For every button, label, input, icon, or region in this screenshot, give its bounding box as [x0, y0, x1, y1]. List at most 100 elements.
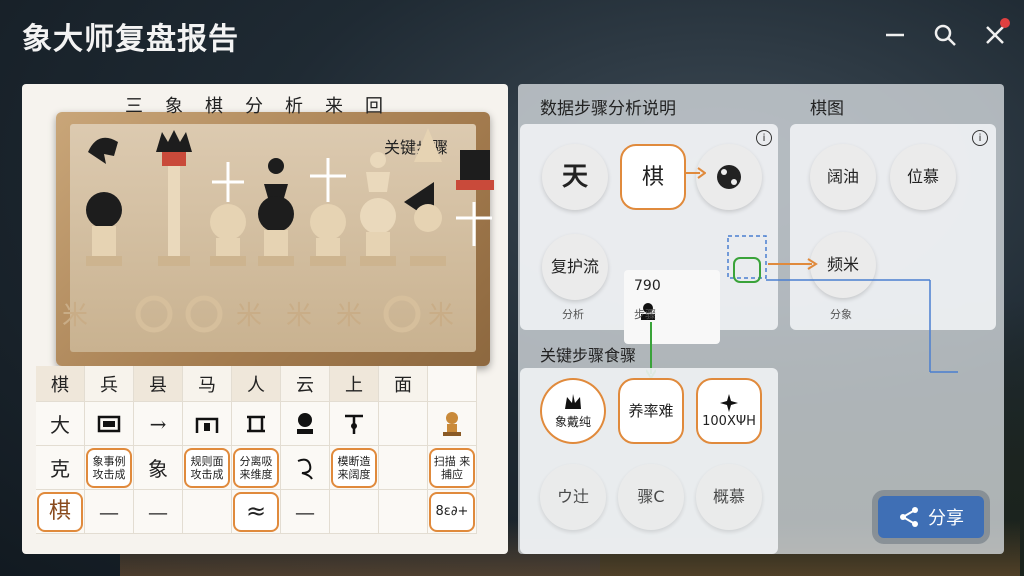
info-icon[interactable]: i	[972, 130, 988, 146]
grid-header-cell: 面	[379, 366, 428, 402]
grid-cell[interactable]	[183, 490, 232, 534]
flow-connectors	[727, 235, 958, 373]
grid-cell[interactable]: →	[134, 402, 183, 446]
grid-cell[interactable]: —	[134, 490, 183, 534]
search-button[interactable]	[928, 18, 962, 52]
key-node-6[interactable]: 概慕	[696, 464, 762, 530]
wooden-pawn-icon	[443, 411, 461, 436]
key-node-2[interactable]: 养率难	[618, 378, 684, 444]
black-king-icon	[456, 150, 494, 246]
move-badge: 8ε∂+	[429, 491, 475, 532]
table-row: 大 →	[36, 402, 482, 446]
key-node-1-label: 象戴纯	[554, 415, 591, 429]
grid-cell[interactable]: 扫描 来捕应	[428, 446, 477, 490]
share-icon	[900, 507, 918, 527]
white-queen-icon	[156, 130, 192, 266]
grid-cell[interactable]	[379, 402, 428, 446]
white-pawn-icon	[210, 162, 246, 266]
step-node-1[interactable]: 天	[542, 144, 608, 210]
board-title: 三象棋分析来回	[125, 96, 405, 117]
move-grid: 棋 兵 县 马 人 云 上 面 大 → 克 象事例 攻击成 象 规则面 攻击成 …	[36, 366, 482, 534]
info-icon[interactable]: i	[756, 130, 772, 146]
board-node-1[interactable]: 阔油	[810, 144, 876, 210]
analysis-label: 分析	[562, 308, 584, 321]
black-pawn-icon	[258, 158, 294, 266]
grid-cell[interactable]: 8ε∂+	[428, 490, 477, 534]
notification-dot	[1000, 18, 1010, 28]
steps-label: 步骤	[634, 308, 656, 321]
grid-header-cell: 人	[232, 366, 281, 402]
swirl-icon	[297, 458, 313, 480]
minimize-icon	[886, 33, 904, 37]
grid-cell[interactable]: 象事例 攻击成	[85, 446, 134, 490]
move-badge: ≈	[233, 491, 279, 532]
move-badge: 扫描 来捕应	[429, 447, 475, 488]
rook-icon	[97, 415, 121, 432]
board-node-2[interactable]: 位慕	[890, 144, 956, 210]
grid-header-cell: 云	[281, 366, 330, 402]
move-badge: 象事例 攻击成	[86, 447, 132, 488]
analysis-panel: 数据步骤分析说明 棋图 i 天 棋 复护流 790 分析 步骤 i 阔油 位慕 …	[518, 84, 1004, 554]
key-node-3[interactable]: 100XΨH	[696, 378, 762, 444]
app-title: 象大师复盘报告	[22, 22, 239, 57]
grid-cell[interactable]: ≈	[232, 490, 281, 534]
grid-cell[interactable]	[232, 402, 281, 446]
frame-icon	[247, 415, 265, 432]
steps-title: 数据步骤分析说明	[540, 99, 676, 119]
step-node-2[interactable]: 棋	[620, 144, 686, 210]
table-row: 克 象事例 攻击成 象 规则面 攻击成 分离吸 来维度 模断造 来阔度 扫描 来…	[36, 446, 482, 490]
grid-cell[interactable]: 棋	[36, 490, 85, 534]
grid-cell[interactable]: 分离吸 来维度	[232, 446, 281, 490]
step-value: 790	[634, 278, 661, 294]
pawn-icon	[297, 412, 313, 434]
grid-cell[interactable]: 象	[134, 446, 183, 490]
key-node-4[interactable]: ウ辻	[540, 464, 606, 530]
svg-text:米: 米	[286, 301, 312, 331]
cross-icon	[345, 414, 363, 434]
key-node-1[interactable]: 象戴纯	[540, 378, 606, 444]
minimize-button[interactable]	[878, 18, 912, 52]
grid-cell[interactable]	[330, 402, 379, 446]
white-pawn-icon-2	[310, 158, 346, 266]
arrow-icon	[686, 167, 706, 179]
grid-cell[interactable]	[281, 402, 330, 446]
carved-symbols-row: 米 米 米 米 米	[62, 295, 454, 333]
grid-header-cell	[428, 366, 477, 402]
gate-icon	[195, 417, 219, 433]
chess-pieces[interactable]	[78, 122, 498, 292]
share-button[interactable]: 分享	[878, 496, 984, 538]
star-icon	[719, 393, 738, 412]
move-badge: 规则面 攻击成	[184, 447, 230, 488]
black-knight-icon	[86, 137, 122, 266]
grid-cell[interactable]: 大	[36, 402, 85, 446]
grid-cell[interactable]	[379, 490, 428, 534]
grid-cell[interactable]	[85, 402, 134, 446]
grid-cell[interactable]: 规则面 攻击成	[183, 446, 232, 490]
grid-cell[interactable]	[281, 446, 330, 490]
stone-icon	[717, 165, 741, 189]
search-icon	[934, 24, 956, 46]
board-title-right: 棋图	[810, 99, 844, 119]
grid-cell[interactable]: 模断造 来阔度	[330, 446, 379, 490]
grid-header-cell: 上	[330, 366, 379, 402]
svg-text:米: 米	[236, 301, 262, 331]
white-bishop-icon	[360, 152, 396, 266]
grid-header-cell: 马	[183, 366, 232, 402]
grid-header-row: 棋 兵 县 马 人 云 上 面	[36, 366, 482, 402]
key-node-5[interactable]: 骤C	[618, 464, 684, 530]
step-node-4[interactable]: 复护流	[542, 234, 608, 300]
grid-cell[interactable]	[183, 402, 232, 446]
grid-header-cell: 兵	[85, 366, 134, 402]
key-node-3-label: 100XΨH	[702, 413, 756, 429]
grid-cell[interactable]	[428, 402, 477, 446]
grid-cell[interactable]	[379, 446, 428, 490]
svg-text:米: 米	[336, 301, 362, 331]
grid-cell[interactable]	[330, 490, 379, 534]
grid-cell[interactable]: —	[281, 490, 330, 534]
grid-cell[interactable]: —	[85, 490, 134, 534]
grid-cell[interactable]: 克	[36, 446, 85, 490]
svg-text:米: 米	[428, 301, 454, 331]
share-label: 分享	[928, 508, 964, 529]
svg-text:米: 米	[62, 301, 88, 331]
title-bar: 象大师复盘报告	[0, 0, 1024, 76]
